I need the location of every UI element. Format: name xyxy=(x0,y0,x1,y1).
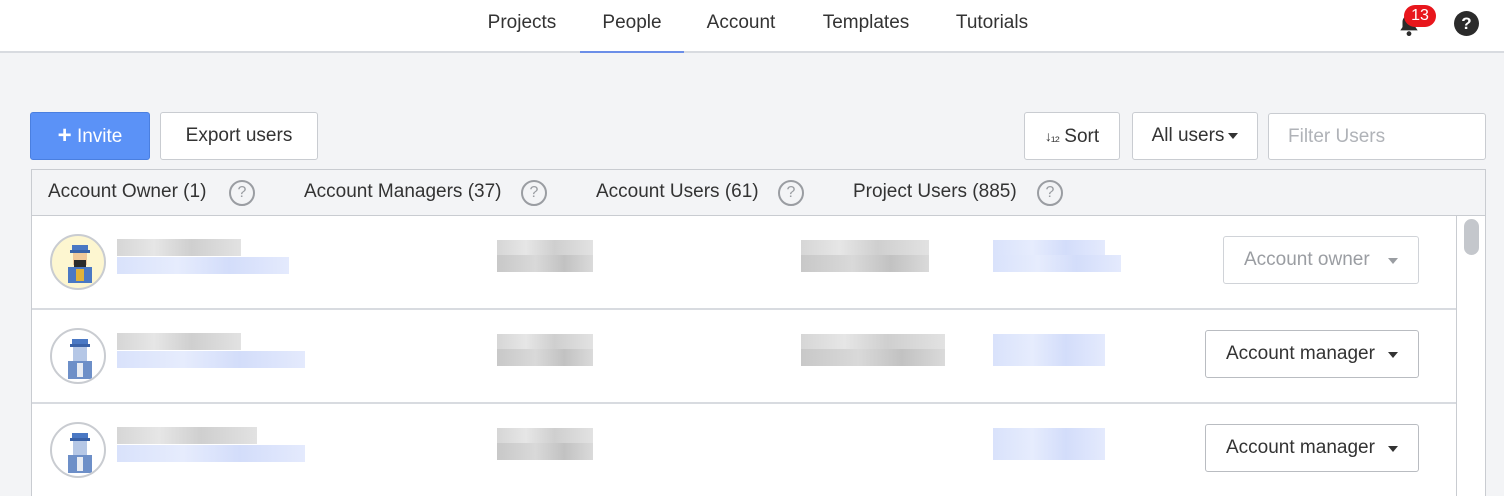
export-users-button[interactable]: Export users xyxy=(160,112,318,160)
category-project-users[interactable]: Project Users (885) xyxy=(853,170,1017,215)
question-icon[interactable]: ? xyxy=(521,180,547,206)
role-label: Account manager xyxy=(1226,437,1375,458)
invite-button[interactable]: + Invite xyxy=(30,112,150,160)
user-detail xyxy=(497,443,593,460)
table-row[interactable]: Account manager xyxy=(32,404,1456,496)
scrollbar-thumb[interactable] xyxy=(1464,219,1479,255)
owner-avatar-icon xyxy=(50,234,106,290)
table-row[interactable]: Account owner xyxy=(32,216,1456,310)
sort-button[interactable]: ↓₁₂ Sort xyxy=(1024,112,1120,160)
user-avatar-icon xyxy=(50,422,106,478)
help-icon[interactable]: ? xyxy=(1454,11,1479,36)
tab-account[interactable]: Account xyxy=(697,0,785,53)
tab-projects[interactable]: Projects xyxy=(478,0,566,53)
user-email xyxy=(117,351,305,368)
question-icon[interactable]: ? xyxy=(778,180,804,206)
user-detail xyxy=(801,349,945,366)
notification-badge[interactable]: 13 xyxy=(1404,5,1436,27)
chevron-down-icon xyxy=(1388,352,1398,358)
chevron-down-icon xyxy=(1228,132,1239,139)
user-list: Account owner Account manager Account ma… xyxy=(31,216,1456,496)
table-row[interactable]: Account manager xyxy=(32,310,1456,404)
user-detail xyxy=(497,349,593,366)
list-scrollbar[interactable] xyxy=(1456,216,1486,496)
role-select: Account owner xyxy=(1223,236,1419,284)
user-detail xyxy=(801,255,929,272)
user-project-link[interactable] xyxy=(993,443,1105,460)
user-project-link[interactable] xyxy=(993,349,1105,366)
question-icon[interactable]: ? xyxy=(1037,180,1063,206)
chevron-down-icon xyxy=(1388,258,1398,264)
top-navigation: Projects People Account Templates Tutori… xyxy=(0,0,1504,53)
user-filter-dropdown[interactable]: All users xyxy=(1132,112,1258,160)
tab-people[interactable]: People xyxy=(580,0,684,53)
invite-label: Invite xyxy=(76,126,123,147)
category-account-managers[interactable]: Account Managers (37) xyxy=(304,170,502,215)
tab-templates[interactable]: Templates xyxy=(812,0,920,53)
user-name xyxy=(117,239,241,256)
question-icon[interactable]: ? xyxy=(229,180,255,206)
user-name xyxy=(117,427,257,444)
role-label: Account owner xyxy=(1244,249,1370,270)
role-label: Account manager xyxy=(1226,343,1375,364)
role-select[interactable]: Account manager xyxy=(1205,330,1419,378)
category-account-owner[interactable]: Account Owner (1) xyxy=(48,170,206,215)
plus-icon: + xyxy=(57,122,72,149)
user-avatar-icon xyxy=(50,328,106,384)
user-name xyxy=(117,333,241,350)
tab-tutorials[interactable]: Tutorials xyxy=(945,0,1039,53)
user-project-link[interactable] xyxy=(993,255,1121,272)
sort-az-icon: ↓₁₂ xyxy=(1044,128,1060,144)
sort-label: Sort xyxy=(1064,126,1100,147)
user-email xyxy=(117,445,305,462)
chevron-down-icon xyxy=(1388,446,1398,452)
role-select[interactable]: Account manager xyxy=(1205,424,1419,472)
user-email xyxy=(117,257,289,274)
user-category-bar: Account Owner (1) ? Account Managers (37… xyxy=(31,169,1486,216)
filter-users-input[interactable] xyxy=(1268,113,1486,160)
category-account-users[interactable]: Account Users (61) xyxy=(596,170,759,215)
user-detail xyxy=(497,255,593,272)
user-filter-label: All users xyxy=(1151,125,1225,146)
